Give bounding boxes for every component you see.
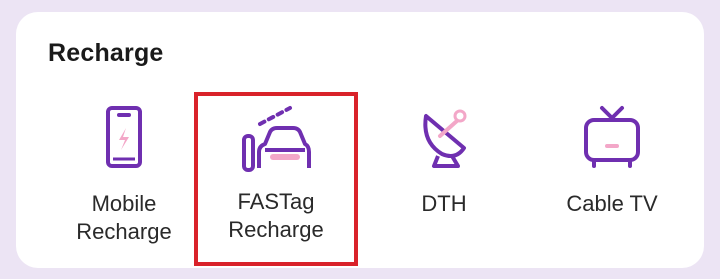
tile-label: Cable TV <box>566 191 658 216</box>
satellite-dish-icon <box>408 102 480 174</box>
tile-label: Mobile Recharge <box>76 191 172 244</box>
tile-label: DTH <box>421 191 467 216</box>
mobile-recharge-tile[interactable]: Mobile Recharge <box>44 94 204 264</box>
dth-tile[interactable]: DTH <box>364 94 524 264</box>
recharge-card: Recharge Mobile Recharge FASTag Recharge… <box>16 12 704 268</box>
fastag-car-icon <box>240 102 312 174</box>
tv-icon <box>576 102 648 174</box>
tile-label: FASTag Recharge <box>228 189 324 242</box>
mobile-phone-charge-icon <box>88 102 160 174</box>
fastag-recharge-tile[interactable]: FASTag Recharge <box>194 92 358 266</box>
section-title: Recharge <box>48 39 164 67</box>
cable-tv-tile[interactable]: Cable TV <box>532 94 692 264</box>
